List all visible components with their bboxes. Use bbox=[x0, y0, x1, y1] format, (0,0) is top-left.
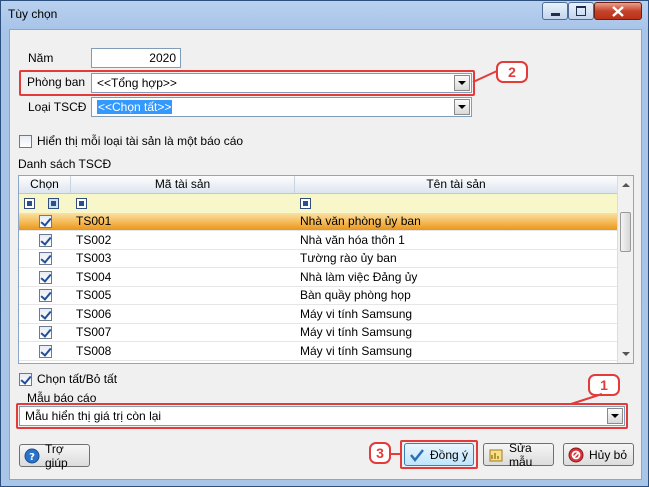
asset-code: TS006 bbox=[76, 306, 112, 321]
svg-text:?: ? bbox=[29, 452, 35, 463]
asset-name: Bàn quầy phòng họp bbox=[300, 288, 411, 302]
asset-name: Nhà văn hóa thôn 1 bbox=[300, 232, 405, 247]
title-bar: Tùy chọn bbox=[1, 1, 648, 29]
highlight-box-phongban bbox=[19, 70, 475, 96]
row-select-checkbox[interactable] bbox=[39, 326, 52, 339]
ok-button-label: Đồng ý bbox=[430, 447, 469, 462]
asset-code: TS003 bbox=[76, 251, 112, 265]
filter-icon[interactable] bbox=[300, 198, 311, 209]
row-select-checkbox[interactable] bbox=[39, 252, 52, 265]
maximize-icon bbox=[576, 6, 586, 16]
callout-3: 3 bbox=[369, 442, 391, 464]
chontat-label: Chọn tất/Bỏ tất bbox=[37, 372, 118, 386]
scroll-thumb[interactable] bbox=[620, 212, 631, 252]
chevron-up-icon bbox=[621, 183, 630, 187]
row-select-checkbox[interactable] bbox=[39, 270, 52, 284]
row-select-checkbox[interactable] bbox=[39, 233, 52, 247]
hienthi-label: Hiển thị mỗi loại tài sản là một báo cáo bbox=[37, 134, 244, 148]
asset-code: TS005 bbox=[76, 288, 112, 302]
close-icon bbox=[612, 5, 624, 17]
dialog-window: Tùy chọn Năm 2020 Phòng ban <<Tổng hợp>>… bbox=[0, 0, 649, 487]
highlight-box-maubaocao bbox=[16, 403, 628, 429]
filter-row bbox=[19, 194, 617, 214]
dropdown-icon bbox=[458, 105, 466, 109]
table-row[interactable]: TS004 Nhà làm việc Đảng ủy bbox=[19, 269, 617, 287]
grid-vertical-scrollbar[interactable] bbox=[617, 176, 633, 363]
tscd-grid: Chọn Mã tài sản Tên tài sản TS001 Nhà văn… bbox=[18, 175, 634, 364]
chontat-checkbox[interactable] bbox=[19, 373, 32, 386]
callout-1-leader bbox=[570, 393, 603, 405]
asset-name: Nhà văn phòng ủy ban bbox=[300, 214, 421, 228]
scroll-up-button[interactable] bbox=[619, 178, 632, 192]
row-select-checkbox[interactable] bbox=[39, 307, 52, 321]
chevron-down-icon bbox=[621, 352, 630, 356]
row-select-checkbox[interactable] bbox=[39, 215, 52, 228]
scroll-down-button[interactable] bbox=[619, 347, 632, 361]
column-header-ten[interactable]: Tên tài sản bbox=[295, 176, 617, 193]
maximize-button[interactable] bbox=[568, 2, 594, 20]
table-row[interactable]: TS006 Máy vi tính Samsung bbox=[19, 306, 617, 324]
check-icon bbox=[409, 447, 425, 463]
table-row[interactable]: TS002 Nhà văn hóa thôn 1 bbox=[19, 232, 617, 250]
close-button[interactable] bbox=[594, 2, 642, 20]
cancel-button[interactable]: Hủy bỏ bbox=[563, 443, 634, 466]
nam-input[interactable]: 2020 bbox=[91, 48, 181, 68]
edit-template-button[interactable]: Sửa mẫu bbox=[483, 440, 554, 469]
loaitscd-value: <<Chọn tất>> bbox=[97, 100, 173, 114]
asset-code: TS008 bbox=[76, 343, 112, 358]
table-row[interactable]: TS001 Nhà văn phòng ủy ban bbox=[19, 213, 617, 231]
filter-icon[interactable] bbox=[48, 198, 59, 209]
help-button[interactable]: ? Trợ giúp bbox=[19, 441, 90, 470]
minimize-icon bbox=[550, 12, 560, 16]
hienthi-checkbox[interactable] bbox=[19, 135, 32, 148]
ok-button[interactable]: Đồng ý bbox=[404, 443, 474, 466]
asset-code: TS001 bbox=[76, 214, 112, 228]
dialog-client-area: Năm 2020 Phòng ban <<Tổng hợp>> 2 Loại T… bbox=[9, 29, 642, 480]
table-row[interactable]: TS005 Bàn quầy phòng họp bbox=[19, 287, 617, 305]
table-row[interactable]: TS003 Tường rào ủy ban bbox=[19, 250, 617, 268]
edit-template-label: Sửa mẫu bbox=[509, 440, 533, 469]
asset-code: TS004 bbox=[76, 269, 112, 284]
filter-icon[interactable] bbox=[24, 198, 35, 209]
help-icon: ? bbox=[24, 448, 40, 464]
loaitscd-dropdown-button[interactable] bbox=[454, 99, 470, 115]
table-row[interactable]: TS007 Máy vi tính Samsung bbox=[19, 324, 617, 342]
loaitscd-label: Loại TSCĐ bbox=[28, 100, 87, 114]
cancel-button-label: Hủy bỏ bbox=[589, 447, 628, 462]
row-select-checkbox[interactable] bbox=[39, 344, 52, 358]
table-row[interactable]: TS008 Máy vi tính Samsung bbox=[19, 343, 617, 361]
callout-2: 2 bbox=[496, 61, 528, 83]
column-header-chon[interactable]: Chọn bbox=[19, 176, 71, 193]
loaitscd-combo[interactable]: <<Chọn tất>> bbox=[91, 97, 472, 117]
help-button-label: Trợ giúp bbox=[45, 441, 68, 470]
window-title: Tùy chọn bbox=[8, 7, 58, 21]
callout-2-leader bbox=[472, 70, 498, 83]
grid-header: Chọn Mã tài sản Tên tài sản bbox=[19, 176, 617, 194]
row-select-checkbox[interactable] bbox=[39, 289, 52, 302]
column-header-ma[interactable]: Mã tài sản bbox=[71, 176, 295, 193]
asset-code: TS007 bbox=[76, 325, 112, 339]
asset-name: Máy vi tính Samsung bbox=[300, 325, 413, 339]
nam-label: Năm bbox=[28, 51, 54, 65]
danhsach-label: Danh sách TSCĐ bbox=[18, 157, 112, 171]
filter-icon[interactable] bbox=[76, 198, 87, 209]
asset-code: TS002 bbox=[76, 232, 112, 247]
cancel-icon bbox=[568, 447, 584, 463]
minimize-button[interactable] bbox=[542, 2, 568, 20]
asset-name: Máy vi tính Samsung bbox=[300, 343, 413, 358]
asset-name: Nhà làm việc Đảng ủy bbox=[300, 269, 418, 284]
asset-name: Máy vi tính Samsung bbox=[300, 306, 413, 321]
edit-template-icon bbox=[488, 447, 504, 463]
asset-name: Tường rào ủy ban bbox=[300, 251, 397, 265]
